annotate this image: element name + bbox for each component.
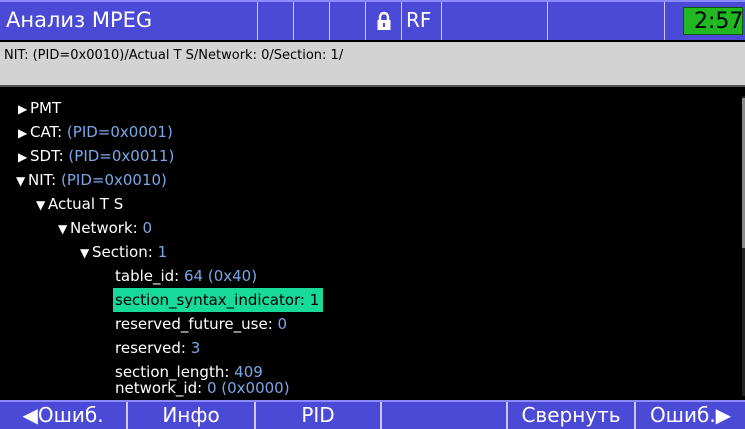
status-bar: Анализ MPEG RF 2:57 — [0, 0, 745, 40]
tree-field-network-id[interactable]: network_id: 0 (0x0000) — [115, 376, 290, 400]
tree-node-cat[interactable]: ▶ CAT: (PID=0x0001) — [18, 120, 173, 144]
arrow-left-icon: ◀ — [22, 403, 38, 427]
collapse-triangle-icon[interactable]: ▼ — [80, 241, 92, 265]
rf-indicator: RF — [402, 2, 442, 40]
tree-node-pmt[interactable]: ▶ PMT — [18, 96, 61, 120]
status-slot-4 — [442, 2, 548, 40]
status-slot-2 — [294, 2, 330, 40]
collapse-triangle-icon[interactable]: ▼ — [36, 193, 48, 217]
arrow-right-icon: ▶ — [715, 403, 732, 427]
tree-node-section[interactable]: ▼ Section: 1 — [80, 240, 167, 264]
empty-softkey[interactable] — [382, 402, 508, 429]
next-error-button[interactable]: Ошиб.▶ — [636, 402, 745, 429]
app-title: Анализ MPEG — [0, 2, 258, 40]
tree-node-nit[interactable]: ▼ NIT: (PID=0x0010) — [16, 168, 167, 192]
lock-indicator — [366, 2, 402, 40]
tree-node-sdt[interactable]: ▶ SDT: (PID=0x0011) — [18, 144, 174, 168]
tree-field-section-syntax-indicator[interactable]: section_syntax_indicator: 1 — [113, 288, 324, 312]
softkey-bar: ◀Ошиб. Инфо PID Свернуть Ошиб.▶ — [0, 400, 745, 429]
lock-icon — [377, 11, 390, 30]
tree-node-network[interactable]: ▼ Network: 0 — [58, 216, 152, 240]
tree-node-actual-ts[interactable]: ▼ Actual T S — [36, 192, 123, 216]
expand-triangle-icon[interactable]: ▶ — [18, 145, 30, 169]
status-slot-1 — [258, 2, 294, 40]
expand-triangle-icon[interactable]: ▶ — [18, 121, 30, 145]
prev-error-button[interactable]: ◀Ошиб. — [0, 402, 128, 429]
info-button[interactable]: Инфо — [128, 402, 256, 429]
breadcrumb-path: NIT: (PID=0x0010)/Actual T S/Network: 0/… — [4, 48, 344, 63]
clock: 2:57 — [683, 7, 743, 35]
clock-area: 2:57 — [665, 2, 745, 40]
breadcrumb: NIT: (PID=0x0010)/Actual T S/Network: 0/… — [0, 42, 745, 87]
collapse-triangle-icon[interactable]: ▼ — [58, 217, 70, 241]
tree-field-reserved[interactable]: reserved: 3 — [115, 336, 200, 360]
status-slot-5 — [548, 2, 665, 40]
mpeg-tree[interactable]: ▶ PMT ▶ CAT: (PID=0x0001) ▶ SDT: (PID=0x001… — [0, 92, 742, 400]
status-slot-3 — [330, 2, 366, 40]
tree-field-reserved-future-use[interactable]: reserved_future_use: 0 — [115, 312, 287, 336]
collapse-button[interactable]: Свернуть — [508, 402, 636, 429]
pid-button[interactable]: PID — [256, 402, 382, 429]
expand-triangle-icon[interactable]: ▶ — [18, 97, 30, 121]
tree-field-table-id[interactable]: table_id: 64 (0x40) — [115, 264, 257, 288]
collapse-triangle-icon[interactable]: ▼ — [16, 169, 28, 193]
